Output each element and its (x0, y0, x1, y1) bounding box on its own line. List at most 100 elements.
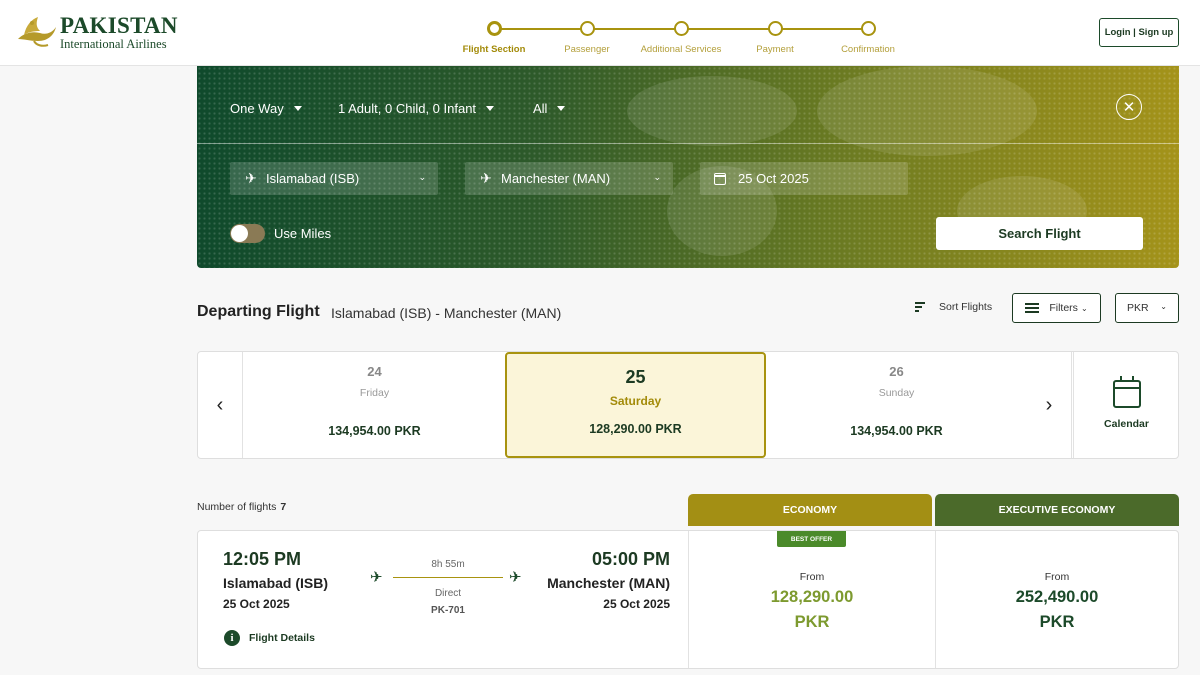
date-carousel: ‹ 24 Friday 134,954.00 PKR 25 Saturday 1… (197, 351, 1179, 459)
info-icon: i (224, 630, 240, 646)
chevron-left-icon[interactable]: ‹ (198, 352, 243, 458)
brand-logo[interactable]: PAKISTAN International Airlines (14, 14, 178, 51)
step-label: Confirmation (841, 44, 895, 55)
use-miles-label: Use Miles (274, 226, 332, 241)
fare-from-label: From (1044, 571, 1070, 583)
origin-select[interactable]: ✈ Islamabad (ISB) ⌄ (230, 162, 438, 195)
flight-duration: 8h 55m (431, 559, 465, 570)
sort-label: Sort Flights (939, 301, 993, 313)
pia-markhor-logo-icon (18, 17, 56, 48)
step-dot (673, 21, 689, 36)
passengers-dropdown[interactable]: 1 Adult, 0 Child, 0 Infant (338, 101, 495, 116)
weekday: Sunday (878, 387, 915, 399)
brand-subtitle: International Airlines (60, 37, 167, 51)
departing-flight-title: Departing Flight (197, 303, 320, 320)
search-panel: One Way 1 Adult, 0 Child, 0 Infant All ✕… (197, 66, 1179, 268)
filters-label: Filters (1049, 302, 1078, 314)
passengers-value: 1 Adult, 0 Child, 0 Infant (338, 101, 477, 116)
step-dot (767, 21, 783, 36)
weekday: Saturday (609, 394, 662, 408)
plane-departure-icon: ✈ (245, 170, 257, 186)
date-option-24[interactable]: 24 Friday 134,954.00 PKR (244, 352, 505, 458)
economy-column-header: ECONOMY (688, 494, 932, 526)
login-signup-button[interactable]: Login | Sign up (1099, 18, 1179, 47)
plane-arrival-icon: ✈ (480, 170, 492, 186)
route-label: Islamabad (ISB) - Manchester (MAN) (331, 305, 562, 321)
step-dot-active (486, 21, 502, 36)
departure-time: 12:05 PM (223, 549, 302, 569)
lowest-fare: 134,954.00 PKR (328, 424, 421, 438)
date-option-26[interactable]: 26 Sunday 134,954.00 PKR (766, 352, 1027, 458)
trip-type-dropdown[interactable]: One Way (230, 101, 302, 116)
lowest-fare: 128,290.00 PKR (589, 422, 682, 436)
calendar-button[interactable]: Calendar (1073, 352, 1179, 458)
sort-icon (915, 300, 925, 314)
route-line (393, 577, 503, 578)
flight-details-label: Flight Details (249, 632, 315, 644)
step-dot (860, 21, 876, 36)
day-number: 25 (625, 367, 646, 387)
filters-button[interactable]: Filters ⌄ (1012, 293, 1101, 323)
chevron-down-icon: ⌄ (1160, 302, 1167, 311)
plane-departure-icon: ✈ (370, 569, 383, 586)
chevron-down-icon: ⌄ (653, 172, 661, 182)
number-of-flights: Number of flights 7 (197, 501, 286, 513)
chevron-down-icon: ⌄ (418, 172, 426, 182)
stops-label: Direct (434, 588, 462, 599)
cabin-class-value: All (533, 101, 548, 116)
executive-economy-fare-cell[interactable]: From 252,490.00 PKR (935, 531, 1178, 668)
destination-select[interactable]: ✈ Manchester (MAN) ⌄ (465, 162, 673, 195)
date-value: 25 Oct 2025 (738, 171, 809, 186)
sort-flights-button[interactable]: Sort Flights (915, 300, 992, 314)
step-confirmation[interactable]: Confirmation (813, 21, 923, 55)
day-number: 24 (367, 364, 382, 379)
plane-arrival-icon: ✈ (509, 569, 522, 586)
flight-count: 7 (280, 501, 287, 513)
arrival-date: 25 Oct 2025 (603, 597, 670, 611)
currency-select[interactable]: PKR ⌄ (1115, 293, 1179, 323)
search-flight-button[interactable]: Search Flight (936, 217, 1143, 250)
calendar-label: Calendar (1104, 418, 1149, 430)
executive-fare-amount: 252,490.00 (1015, 588, 1099, 606)
currency-value: PKR (1127, 302, 1149, 314)
flight-result-card: 12:05 PM Islamabad (ISB) 25 Oct 2025 ✈ 8… (197, 530, 1179, 669)
filter-sliders-icon (1025, 301, 1040, 316)
flight-details-link[interactable]: i Flight Details (224, 630, 315, 646)
trip-type-value: One Way (230, 101, 284, 116)
step-dot (579, 21, 595, 36)
map-shape (627, 76, 797, 146)
chevron-down-icon: ⌄ (1080, 303, 1088, 313)
booking-stepper: Flight Section Passenger Additional Serv… (440, 18, 920, 58)
executive-economy-column-header: EXECUTIVE ECONOMY (935, 494, 1179, 526)
panel-divider (197, 143, 1179, 144)
date-option-25-selected[interactable]: 25 Saturday 128,290.00 PKR (505, 352, 766, 458)
lowest-fare: 134,954.00 PKR (850, 424, 943, 438)
use-miles-toggle[interactable] (230, 224, 265, 243)
fare-from-label: From (799, 571, 825, 583)
arrival-city: Manchester (MAN) (547, 575, 670, 591)
destination-value: Manchester (MAN) (501, 171, 611, 186)
arrival-time: 05:00 PM (591, 549, 670, 569)
toggle-knob (231, 225, 248, 242)
calendar-icon (1112, 376, 1141, 408)
weekday: Friday (359, 387, 390, 399)
origin-value: Islamabad (ISB) (266, 171, 360, 186)
top-header: PAKISTAN International Airlines Flight S… (0, 0, 1200, 66)
caret-down-icon (486, 106, 495, 111)
caret-down-icon (557, 106, 566, 111)
flight-number: PK-701 (431, 605, 465, 616)
date-picker[interactable]: 25 Oct 2025 (700, 162, 908, 195)
brand-name: PAKISTAN (60, 13, 178, 38)
cabin-class-dropdown[interactable]: All (533, 101, 566, 116)
economy-fare-amount: 128,290.00 (770, 588, 854, 606)
chevron-right-icon[interactable]: › (1027, 352, 1072, 458)
caret-down-icon (293, 106, 302, 111)
close-icon[interactable]: ✕ (1116, 94, 1142, 120)
executive-fare-currency: PKR (1039, 613, 1075, 631)
departure-city: Islamabad (ISB) (223, 575, 329, 591)
calendar-icon (714, 172, 726, 185)
flight-count-label: Number of flights (197, 501, 277, 513)
best-offer-badge: BEST OFFER (777, 531, 846, 547)
economy-fare-currency: PKR (794, 613, 830, 631)
economy-fare-cell[interactable]: BEST OFFER From 128,290.00 PKR (688, 531, 935, 668)
